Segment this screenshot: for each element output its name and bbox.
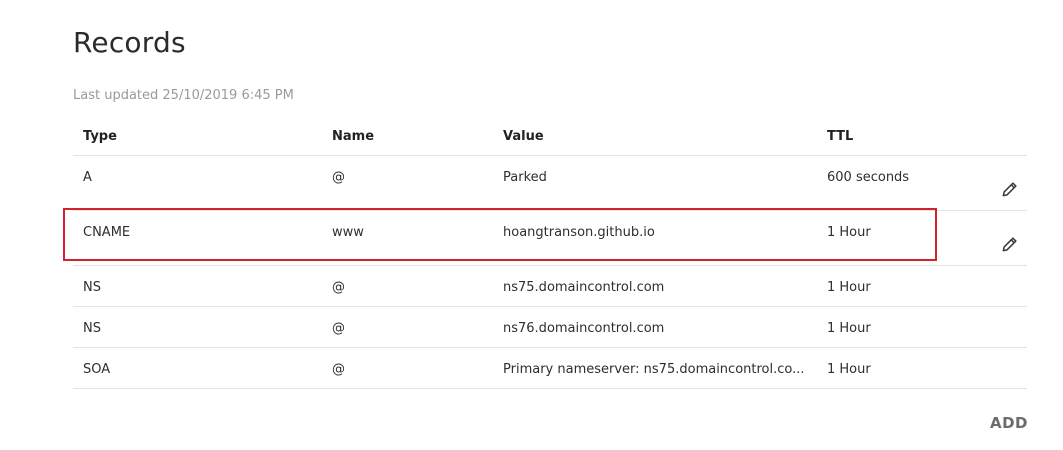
pencil-icon bbox=[1002, 182, 1017, 197]
dns-records-page: Records Last updated 25/10/2019 6:45 PM … bbox=[0, 0, 1063, 450]
column-header-ttl: TTL bbox=[827, 129, 854, 144]
record-type: NS bbox=[83, 321, 101, 336]
column-header-value: Value bbox=[503, 129, 544, 144]
record-value: hoangtranson.github.io bbox=[503, 225, 655, 240]
column-header-name: Name bbox=[332, 129, 375, 144]
record-value: ns75.domaincontrol.com bbox=[503, 280, 665, 295]
record-value: Primary nameserver: ns75.domaincontrol.c… bbox=[503, 362, 803, 377]
record-name: @ bbox=[332, 362, 345, 377]
add-record-button[interactable]: ADD bbox=[990, 414, 1028, 432]
page-title: Records bbox=[73, 26, 186, 59]
record-name: @ bbox=[332, 280, 345, 295]
record-ttl: 1 Hour bbox=[827, 362, 871, 377]
record-name: @ bbox=[332, 170, 345, 185]
record-ttl: 1 Hour bbox=[827, 280, 871, 295]
record-type: CNAME bbox=[83, 225, 131, 240]
edit-record-button[interactable] bbox=[999, 233, 1021, 255]
record-name: www bbox=[332, 225, 364, 240]
table-row: CNAME www hoangtranson.github.io 1 Hour bbox=[73, 211, 1027, 266]
table-row: NS @ ns76.domaincontrol.com 1 Hour bbox=[73, 307, 1027, 348]
record-ttl: 600 seconds bbox=[827, 170, 910, 185]
record-type: A bbox=[83, 170, 92, 185]
record-ttl: 1 Hour bbox=[827, 225, 871, 240]
record-type: SOA bbox=[83, 362, 111, 377]
pencil-icon bbox=[1002, 237, 1017, 252]
column-header-type: Type bbox=[83, 129, 117, 144]
record-value: Parked bbox=[503, 170, 547, 185]
records-table: Type Name Value TTL A @ Parked 600 secon… bbox=[73, 116, 1027, 389]
record-value: ns76.domaincontrol.com bbox=[503, 321, 665, 336]
last-updated-text: Last updated 25/10/2019 6:45 PM bbox=[73, 88, 294, 103]
record-name: @ bbox=[332, 321, 345, 336]
table-row: NS @ ns75.domaincontrol.com 1 Hour bbox=[73, 266, 1027, 307]
edit-record-button[interactable] bbox=[999, 178, 1021, 200]
table-header-row: Type Name Value TTL bbox=[73, 116, 1027, 156]
record-ttl: 1 Hour bbox=[827, 321, 871, 336]
table-row: SOA @ Primary nameserver: ns75.domaincon… bbox=[73, 348, 1027, 389]
table-row: A @ Parked 600 seconds bbox=[73, 156, 1027, 211]
record-type: NS bbox=[83, 280, 101, 295]
